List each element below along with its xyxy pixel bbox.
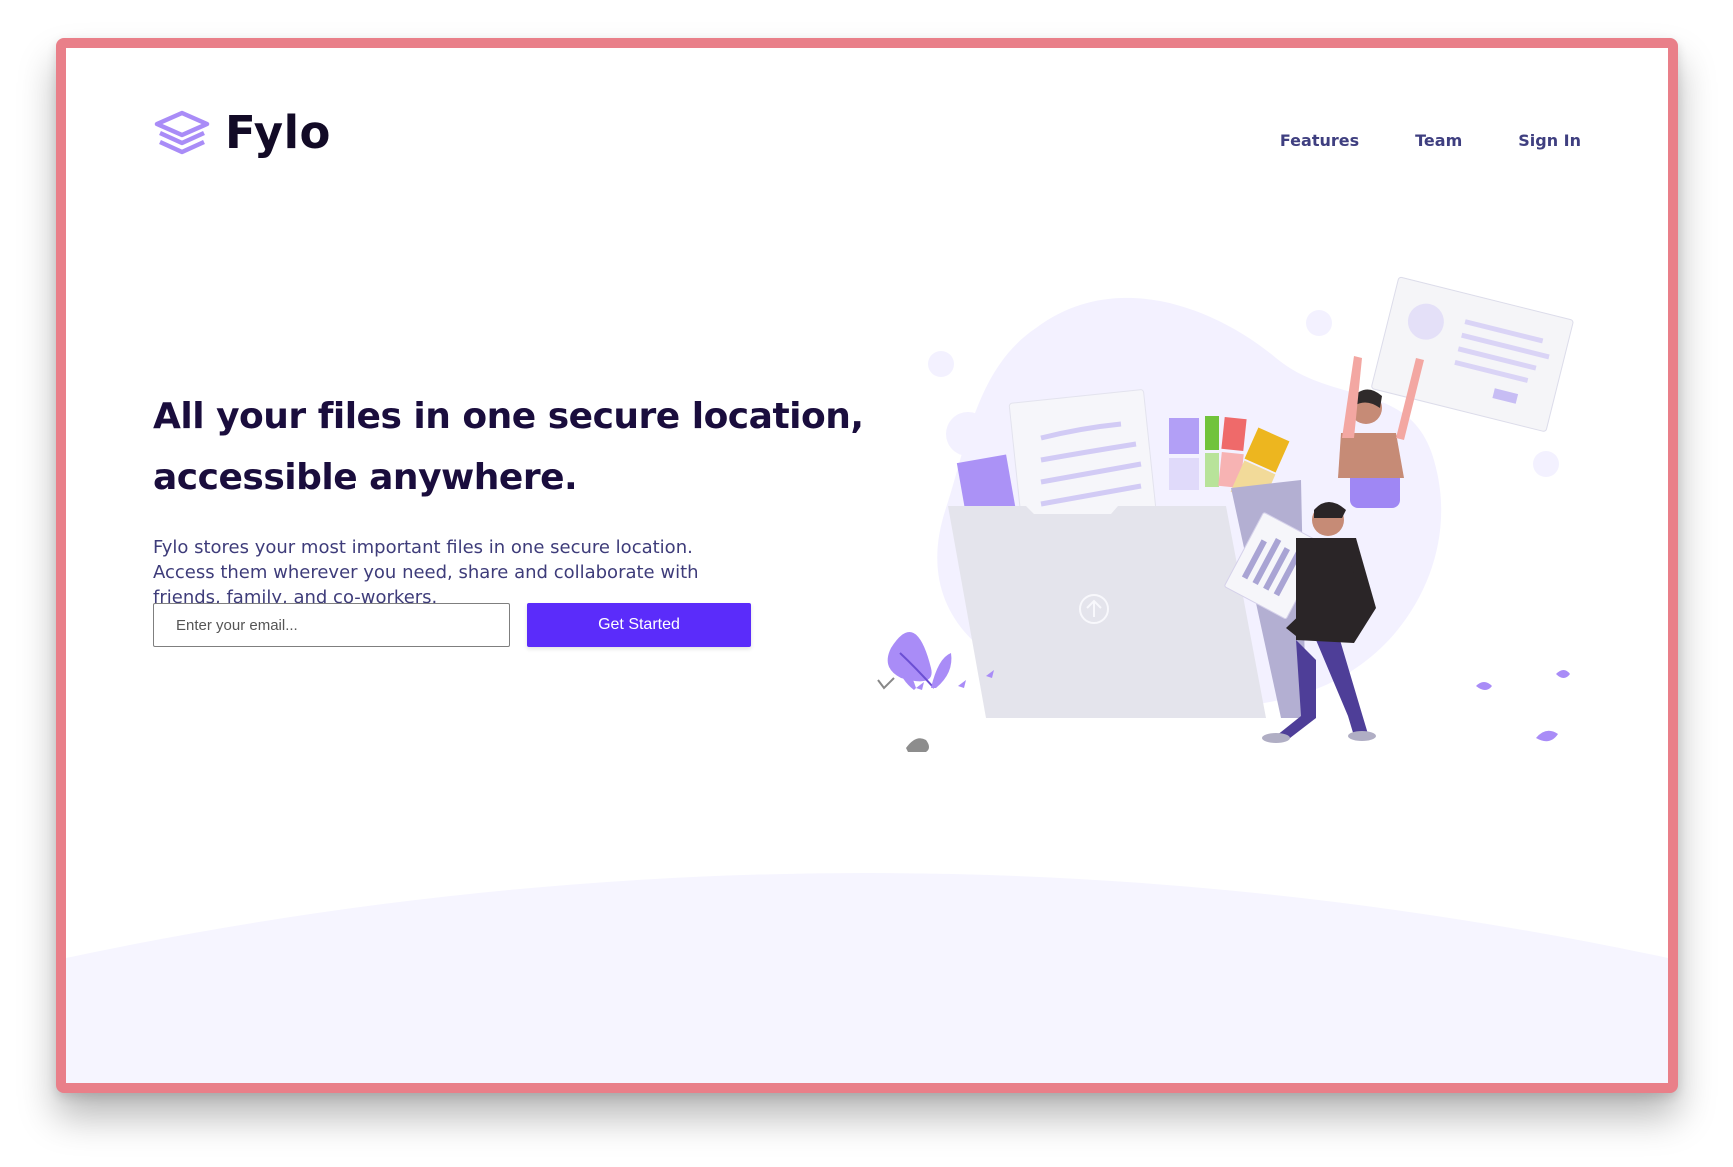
hero-description: Fylo stores your most important files in… [153,537,699,608]
nav-item-team[interactable]: Team [1415,131,1462,150]
brand-name: Fylo [225,106,331,159]
main-nav: Features Team Sign In [1280,131,1581,150]
file-sharing-illustration [877,276,1574,752]
landing-page: Fylo Features Team Sign In All your file… [66,48,1668,1083]
browser-frame: Fylo Features Team Sign In All your file… [56,38,1678,1093]
brand-logo[interactable]: Fylo [153,106,331,159]
get-started-button[interactable]: Get Started [527,603,751,647]
nav-item-sign-in[interactable]: Sign In [1518,131,1581,150]
nav-item-features[interactable]: Features [1280,131,1359,150]
email-input[interactable] [153,603,510,647]
stacked-layers-icon [154,110,210,154]
hero-headline: All your files in one secure location, a… [153,396,864,498]
